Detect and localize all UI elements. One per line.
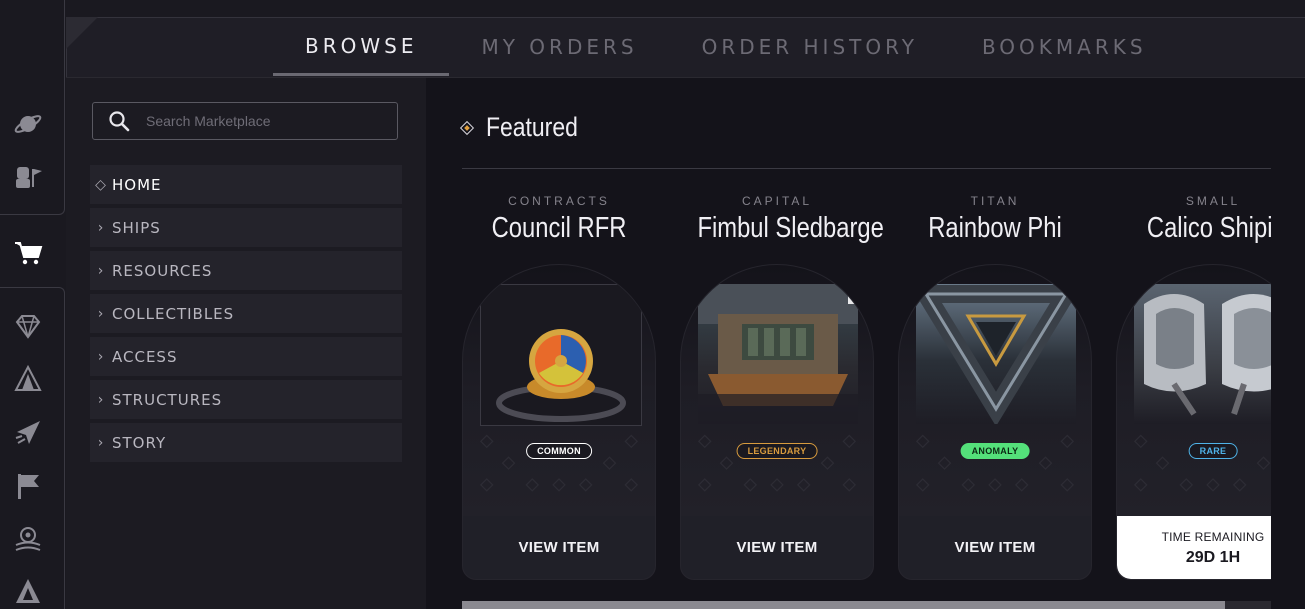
- card-image-calico-shipit: [1134, 284, 1294, 424]
- nav-item-resources[interactable]: › RESOURCES: [90, 251, 402, 290]
- nav-item-label: STRUCTURES: [112, 390, 223, 409]
- horizontal-scrollbar[interactable]: [462, 601, 1271, 609]
- card-image-fimbul-sledbarge: [698, 284, 858, 424]
- rarity-badge: COMMON: [526, 443, 592, 459]
- featured-card-rainbow-phi[interactable]: TITAN Rainbow Phi ANOMALY VIEW ITEM: [898, 172, 1092, 580]
- nav-item-label: HOME: [112, 175, 162, 194]
- search-input[interactable]: [144, 112, 378, 130]
- sidebar: ◇ HOME › SHIPS › RESOURCES › COLLECTIBLE…: [66, 78, 426, 609]
- rarity-badge: LEGENDARY: [736, 443, 818, 459]
- nav-item-ships[interactable]: › SHIPS: [90, 208, 402, 247]
- featured-card-fimbul-sledbarge[interactable]: CAPITAL Fimbul Sledbarge LEGENDARY VIEW …: [680, 172, 884, 580]
- card-category: CAPITAL: [741, 194, 813, 208]
- nav-item-home[interactable]: ◇ HOME: [90, 165, 402, 204]
- diamond-pattern: [915, 434, 1075, 492]
- view-item-button[interactable]: VIEW ITEM: [899, 516, 1091, 579]
- faction-icon[interactable]: [12, 575, 44, 607]
- galaxy-icon[interactable]: [12, 523, 44, 555]
- chevron-right-icon: ›: [97, 391, 105, 408]
- diamond-icon: ◇: [95, 176, 107, 193]
- featured-divider: [462, 168, 1271, 169]
- view-item-button[interactable]: VIEW ITEM: [463, 516, 655, 579]
- card-body: COMMON VIEW ITEM: [462, 264, 656, 580]
- chevron-right-icon: ›: [97, 305, 105, 322]
- frame-corner: [66, 17, 98, 49]
- view-item-button[interactable]: VIEW ITEM: [681, 516, 873, 579]
- chevron-right-icon: ›: [97, 262, 105, 279]
- flag-icon[interactable]: [12, 470, 44, 502]
- tent-icon[interactable]: [12, 363, 44, 395]
- nav-item-label: COLLECTIBLES: [112, 304, 235, 323]
- nav-item-label: STORY: [112, 433, 167, 452]
- tab-bar: BROWSE MY ORDERS ORDER HISTORY BOOKMARKS: [273, 18, 1179, 78]
- featured-title: Featured: [486, 112, 578, 142]
- tab-browse[interactable]: BROWSE: [273, 18, 450, 76]
- featured-header: Featured: [459, 112, 594, 143]
- rarity-badge: ANOMALY: [960, 443, 1030, 459]
- tab-order-history[interactable]: ORDER HISTORY: [670, 18, 950, 76]
- featured-card-council-rfr[interactable]: CONTRACTS Council RFR COMMON VIEW ITEM: [462, 172, 656, 580]
- nav-item-label: ACCESS: [112, 347, 178, 366]
- card-image-council-rfr: [480, 284, 642, 426]
- card-category: TITAN: [970, 194, 1020, 208]
- gem-icon[interactable]: [12, 310, 44, 342]
- card-name: Council RFR: [491, 212, 627, 244]
- tab-bookmarks[interactable]: BOOKMARKS: [950, 18, 1179, 76]
- card-name: Fimbul Sledbarge: [697, 212, 884, 244]
- nav-item-story[interactable]: › STORY: [90, 423, 402, 462]
- card-name: Rainbow Phi: [928, 212, 1062, 244]
- scrollbar-thumb[interactable]: [462, 601, 1225, 609]
- featured-section: Featured CONTRACTS Council RFR COMMON VI…: [426, 78, 1305, 609]
- diamond-pattern: [479, 434, 639, 492]
- ship-icon[interactable]: [12, 417, 44, 449]
- card-image-rainbow-phi: [916, 284, 1076, 424]
- card-category: CONTRACTS: [508, 194, 610, 208]
- icon-rail: [0, 0, 66, 609]
- tab-my-orders[interactable]: MY ORDERS: [449, 18, 669, 76]
- search-box: [92, 102, 398, 140]
- planet-icon[interactable]: [12, 108, 44, 140]
- category-nav: ◇ HOME › SHIPS › RESOURCES › COLLECTIBLE…: [90, 165, 402, 466]
- featured-diamond-icon: [459, 120, 475, 135]
- chevron-right-icon: ›: [97, 348, 105, 365]
- npc-icon[interactable]: [12, 160, 44, 192]
- card-body: LEGENDARY VIEW ITEM: [680, 264, 874, 580]
- chevron-right-icon: ›: [97, 219, 105, 236]
- diamond-pattern: [697, 434, 857, 492]
- content-edge-mask: [1271, 172, 1305, 609]
- card-name: Calico Shipit: [1146, 212, 1280, 244]
- search-icon: [109, 111, 130, 132]
- nav-item-collectibles[interactable]: › COLLECTIBLES: [90, 294, 402, 333]
- nav-item-access[interactable]: › ACCESS: [90, 337, 402, 376]
- rarity-badge: RARE: [1188, 443, 1238, 459]
- chevron-right-icon: ›: [97, 434, 105, 451]
- card-body: ANOMALY VIEW ITEM: [898, 264, 1092, 580]
- cart-icon[interactable]: [12, 236, 44, 268]
- nav-item-structures[interactable]: › STRUCTURES: [90, 380, 402, 419]
- nav-item-label: RESOURCES: [112, 261, 213, 280]
- nav-item-label: SHIPS: [112, 218, 161, 237]
